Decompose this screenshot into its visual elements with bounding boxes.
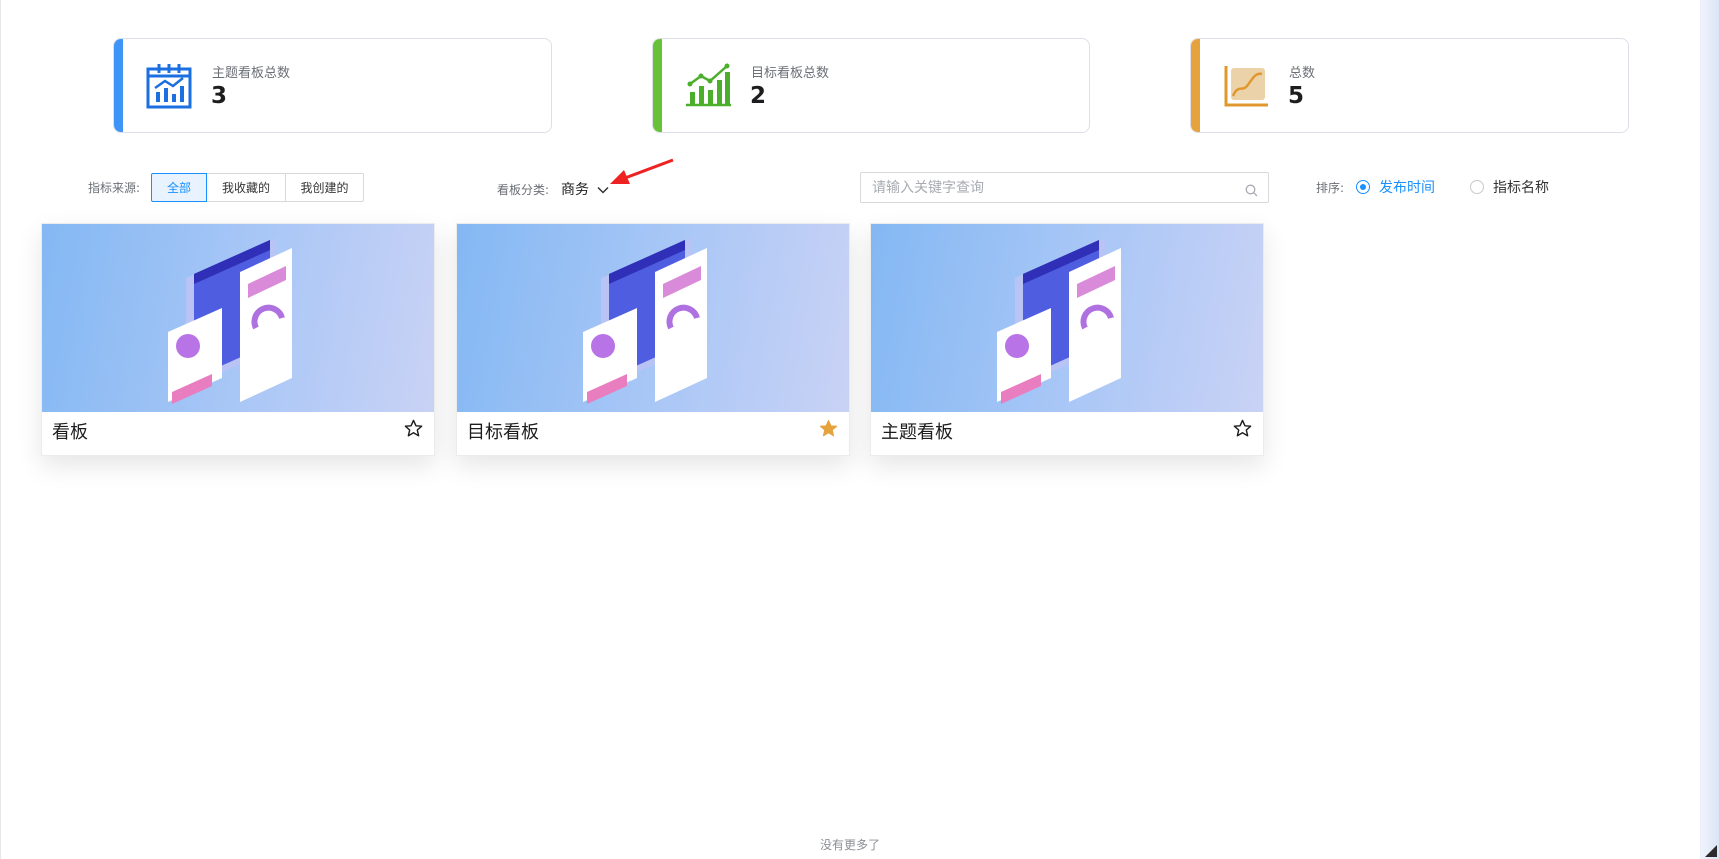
stat-card-total: 总数 5 bbox=[1190, 38, 1629, 133]
stat-label: 主题看板总数 bbox=[212, 66, 291, 81]
annotation-arrow-icon bbox=[607, 157, 677, 189]
board-title[interactable]: 目标看板 bbox=[467, 418, 539, 444]
dashboard-illustration-icon bbox=[997, 238, 1121, 404]
star-filled-icon[interactable] bbox=[819, 419, 838, 438]
board-card[interactable]: 主题看板 bbox=[870, 223, 1264, 456]
source-filter-label: 指标来源: bbox=[88, 181, 141, 195]
search-box bbox=[860, 172, 1269, 203]
right-scroll-strip bbox=[1700, 0, 1719, 859]
left-border bbox=[0, 0, 1, 859]
sort-option-metric-name[interactable]: 指标名称 bbox=[1470, 177, 1549, 197]
radio-dot[interactable] bbox=[1356, 180, 1370, 194]
board-thumbnail bbox=[42, 224, 434, 412]
search-input[interactable] bbox=[872, 178, 1232, 198]
board-card[interactable]: 目标看板 bbox=[456, 223, 850, 456]
stat-card-topic-boards: 主题看板总数 3 bbox=[113, 38, 552, 133]
sort-option-label: 指标名称 bbox=[1493, 180, 1549, 196]
calendar-chart-icon bbox=[145, 62, 193, 110]
line-chart-icon bbox=[1222, 62, 1270, 110]
bar-trend-icon bbox=[684, 62, 732, 110]
resize-handle-icon[interactable] bbox=[1705, 845, 1717, 857]
stat-label: 目标看板总数 bbox=[751, 66, 830, 81]
stat-accent-bar bbox=[653, 39, 662, 132]
stat-card-target-boards: 目标看板总数 2 bbox=[652, 38, 1090, 133]
board-title[interactable]: 看板 bbox=[52, 418, 88, 444]
category-select[interactable]: 商务 bbox=[561, 179, 589, 199]
board-thumbnail bbox=[457, 224, 849, 412]
search-icon[interactable] bbox=[1245, 182, 1258, 197]
radio-dot[interactable] bbox=[1470, 180, 1484, 194]
no-more-text: 没有更多了 bbox=[819, 838, 880, 852]
stat-accent-bar bbox=[1191, 39, 1200, 132]
source-option-favorites[interactable]: 我收藏的 bbox=[206, 173, 286, 202]
stat-value: 5 bbox=[1288, 83, 1305, 109]
sort-label: 排序: bbox=[1316, 181, 1345, 195]
board-thumbnail bbox=[871, 224, 1263, 412]
stat-value: 2 bbox=[750, 83, 767, 109]
star-outline-icon[interactable] bbox=[1233, 419, 1252, 438]
sort-option-publish-time[interactable]: 发布时间 bbox=[1356, 177, 1435, 197]
stat-label: 总数 bbox=[1289, 66, 1316, 81]
source-filter-group: 全部 我收藏的 我创建的 bbox=[151, 173, 364, 202]
source-option-created[interactable]: 我创建的 bbox=[285, 173, 364, 202]
star-outline-icon[interactable] bbox=[404, 419, 423, 438]
board-card[interactable]: 看板 bbox=[41, 223, 435, 456]
dashboard-illustration-icon bbox=[583, 238, 707, 404]
category-label: 看板分类: bbox=[497, 183, 550, 197]
stat-accent-bar bbox=[114, 39, 123, 132]
board-title[interactable]: 主题看板 bbox=[881, 418, 953, 444]
stat-value: 3 bbox=[211, 83, 228, 109]
source-option-all[interactable]: 全部 bbox=[151, 173, 207, 202]
dashboard-illustration-icon bbox=[168, 238, 292, 404]
sort-option-label: 发布时间 bbox=[1379, 180, 1435, 196]
